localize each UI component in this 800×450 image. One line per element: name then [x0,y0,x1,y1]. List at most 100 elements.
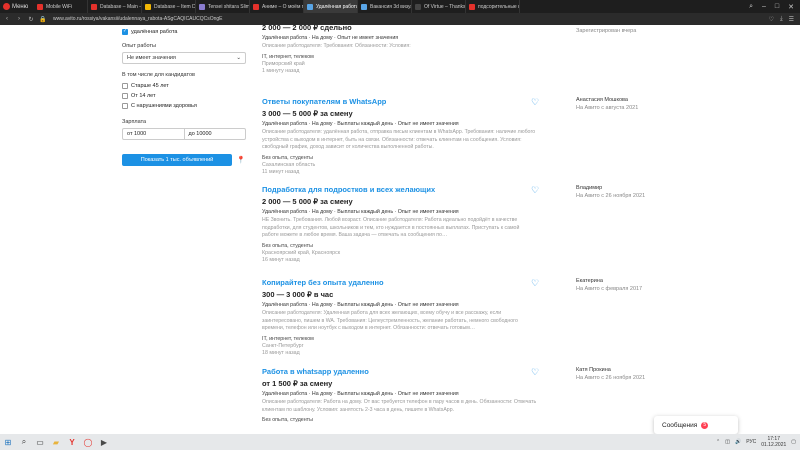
checkbox-icon [122,83,128,89]
keyboard-language[interactable]: РУС [746,439,756,445]
extensions-icon[interactable]: ☰ [789,16,794,23]
favorite-heart-icon[interactable]: ♡ [531,278,539,289]
salary-from-input[interactable]: от 1000 [123,129,185,139]
checkbox-icon [122,103,128,109]
seller-info: Владимир На Авито с 26 ноября 2021 [576,185,645,199]
listing-category: Без опыта, студенты [262,154,313,161]
seller-name[interactable]: Катя Прокина [576,367,645,373]
favorite-heart-icon[interactable]: ♡ [531,185,539,196]
listing-category: IT, интернет, телеком [262,335,314,342]
candidate-option-14[interactable]: От 14 лет [122,91,246,101]
listing-item: Ответы покупателям в WhatsApp 3 000 — 5 0… [262,97,682,175]
system-tray: ⌃ ◫ 🔊 РУС 17:17 01.12.2021 ▢ [716,436,800,448]
seller-info: Анастасия Мошкова На Авито с августа 2021 [576,97,638,111]
listing-meta: Удалённая работа · На дому · Опыт не име… [262,35,399,41]
opera-logo-icon [3,3,10,10]
listing-description: Описание работодателя: Удаленная работа … [262,310,518,331]
tab-favicon-icon [199,3,205,10]
seller-status: На Авито с августа 2021 [576,105,639,111]
url-field[interactable]: www.avito.ru/rossiya/vakansii/udalennaya… [53,16,223,22]
back-icon[interactable]: ‹ [3,16,11,22]
show-results-button[interactable]: Показать 1 тыс. объявлений [122,154,232,166]
browser-tab[interactable]: Mobile WiFi [34,0,88,13]
tab-favicon-icon [37,3,43,10]
candidates-label: В том числе для кандидатов [122,72,195,78]
forward-icon[interactable]: › [15,16,23,22]
browser-tab[interactable]: подсорительные ваки [466,0,520,13]
messages-popup[interactable]: Сообщения 5 [654,416,738,434]
seller-info: Частное лицо Зарегистрирован вчера [576,25,636,34]
reload-icon[interactable]: ↻ [27,16,35,23]
experience-select[interactable]: Не имеет значения ⌄ [122,52,246,64]
tab-favicon-icon [361,3,367,10]
candidate-option-health[interactable]: С нарушениями здоровья [122,101,246,111]
opera-icon[interactable]: ◯ [80,434,96,450]
yandex-browser-icon[interactable]: Y [64,434,80,450]
listing-location: Приморский край [262,60,305,67]
listing-location: Санкт-Петербург [262,342,304,349]
chevron-down-icon: ⌄ [236,55,241,61]
tab-favicon-icon [469,3,475,10]
seller-name[interactable]: Частное лицо [576,25,636,26]
media-player-icon[interactable]: ▶ [96,434,112,450]
network-icon[interactable]: ◫ [725,439,730,445]
tray-chevron-icon[interactable]: ⌃ [716,439,720,445]
listing-description: Описание работодателя: Работа на дому. О… [262,399,537,413]
tab-favicon-icon [145,3,151,10]
clock[interactable]: 17:17 01.12.2021 [761,436,786,448]
browser-tab[interactable]: Tensei shitara Slime De [196,0,250,13]
windows-taskbar: ⊞ ⌕ ▭ ▰ Y ◯ ▶ ⌃ ◫ 🔊 РУС 17:17 01.12.2021… [0,434,800,450]
page-content: удалённая работа Опыт работы Не имеет зн… [0,25,800,434]
listing-meta: Удалённая работа · На дому · Выплаты каж… [262,121,459,127]
tab-favicon-icon [253,3,259,10]
listing-item: Копирайтер без опыта удаленно 300 — 3 000… [262,278,682,356]
map-pin-icon[interactable]: 📍 [236,154,246,166]
seller-name[interactable]: Екатерина [576,278,642,284]
salary-range: от 1000 до 10000 [122,128,246,140]
close-icon[interactable]: ✕ [788,3,794,11]
minimize-icon[interactable]: – [762,3,766,11]
salary-label: Зарплата [122,119,147,125]
volume-icon[interactable]: 🔊 [735,439,741,445]
checkbox-checked-icon [122,28,128,35]
seller-status: На Авито с февраля 2017 [576,286,643,292]
browser-tab[interactable]: Вакансия 3d визуали [358,0,412,13]
windows-start-icon[interactable]: ⊞ [0,434,16,450]
listing-category: IT, интернет, телеком [262,53,314,60]
listing-time: 16 минут назад [262,256,300,263]
browser-tab[interactable]: Аниме – О моём пере [250,0,304,13]
browser-tab[interactable]: Of Virtue – Thanks Fo [412,0,466,13]
listing-description: Описание работодателя: Требования: Обяза… [262,43,411,49]
tab-favicon-icon [307,3,313,10]
favorite-heart-icon[interactable]: ♡ [531,367,539,378]
listing-meta: Удалённая работа · На дому · Выплаты каж… [262,302,459,308]
browser-tab[interactable]: Удалённая работа | Са [304,0,358,13]
listing-time: 18 минут назад [262,349,300,356]
listing-item: Подработка для подростков и всех желающи… [262,185,682,263]
listing-time: 11 минут назад [262,168,300,175]
task-view-icon[interactable]: ▭ [32,434,48,450]
browser-tab-bar: Меню Mobile WiFiDatabase – Main – GlData… [0,0,800,13]
seller-name[interactable]: Анастасия Мошкова [576,97,638,103]
listing-meta: Удалённая работа · На дому · Выплаты каж… [262,391,459,397]
maximize-icon[interactable]: □ [775,3,779,11]
file-explorer-icon[interactable]: ▰ [48,434,64,450]
bookmark-icon[interactable]: ♡ [769,16,774,23]
notifications-icon[interactable]: ▢ [791,439,796,445]
search-icon[interactable]: ⌕ [16,434,32,450]
download-icon[interactable]: ⤓ [780,16,783,23]
browser-tab[interactable]: Database – Item Detail [142,0,196,13]
remote-checkbox[interactable]: удалённая работа [122,27,246,37]
salary-to-input[interactable]: до 10000 [185,129,246,139]
tab-favicon-icon [91,3,97,10]
candidate-option-45[interactable]: Старше 45 лет [122,81,246,91]
listing-time: 1 минуту назад [262,67,300,74]
browser-menu-button[interactable]: Меню [0,0,34,13]
listing-location: Сахалинская область [262,161,316,168]
browser-tab[interactable]: Database – Main – Gl [88,0,142,13]
listing-item: 2 000 — 2 000 ₽ сдельно Удалённая работа … [262,25,682,74]
seller-name[interactable]: Владимир [576,185,645,191]
search-tabs-icon[interactable]: ⌕ [749,3,753,11]
listing-description: Описание работодателя: удалённая работа,… [262,129,536,150]
favorite-heart-icon[interactable]: ♡ [531,97,539,108]
